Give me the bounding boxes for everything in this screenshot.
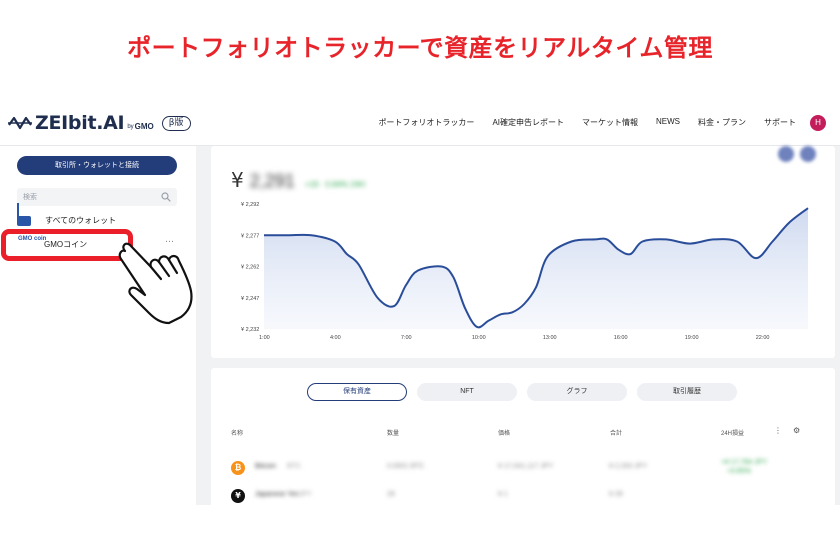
y-tick-label: ¥ 2,292 <box>241 202 259 208</box>
headline: ポートフォリオトラッカーで資産をリアルタイム管理 <box>127 34 713 62</box>
nav-news[interactable]: NEWS <box>656 117 680 128</box>
asset-quantity: 0.0001 BTC <box>387 463 425 470</box>
asset-ticker: JPY <box>299 491 312 498</box>
x-tick-label: 19:00 <box>685 335 699 341</box>
logo[interactable]: ZEIbit.AI by GMO β版 <box>8 112 191 134</box>
search-placeholder: 検索 <box>23 194 37 201</box>
col-total[interactable]: 合計 <box>610 428 622 437</box>
connect-exchange-button[interactable]: 取引所・ウォレットと接続 <box>17 156 177 175</box>
tab-transactions[interactable]: 取引履歴 <box>637 383 737 401</box>
asset-price: ¥ 17,041,117 JPY <box>498 463 554 470</box>
table-row[interactable]: ¥ Japanese Yen JPY 28 ¥ 1 ¥ 28 <box>231 487 821 505</box>
yen-icon: ¥ <box>231 489 245 503</box>
holdings-tabs: 保有資産 NFT グラフ 取引履歴 <box>307 383 737 401</box>
avatar[interactable]: H <box>810 115 826 131</box>
logo-text: ZEIbit.AI <box>35 112 125 134</box>
x-tick-label: 22:00 <box>756 335 770 341</box>
asset-total: ¥ 2,263 JPY <box>609 463 648 470</box>
column-menu-icon[interactable]: ⋮ <box>774 426 782 435</box>
y-tick-label: ¥ 2,262 <box>241 265 259 271</box>
tab-graph[interactable]: グラフ <box>527 383 627 401</box>
x-tick-label: 7:00 <box>401 335 412 341</box>
x-tick-label: 10:00 <box>472 335 486 341</box>
col-price[interactable]: 価格 <box>498 428 510 437</box>
x-tick-label: 1:00 <box>259 335 270 341</box>
asset-ticker: BTC <box>287 463 301 470</box>
filter-icon[interactable]: ⚙ <box>793 426 800 435</box>
nav-ai-tax-report[interactable]: AI確定申告レポート <box>492 117 564 128</box>
asset-quantity: 28 <box>387 491 395 498</box>
sidebar: 取引所・ウォレットと接続 検索 すべてのウォレット GMO coin GMOコイ… <box>0 146 196 505</box>
all-wallets-label: すべてのウォレット <box>45 216 117 225</box>
nav-pricing[interactable]: 料金・プラン <box>698 117 746 128</box>
wallet-icon <box>17 215 31 226</box>
highlight-box <box>1 229 133 261</box>
col-quantity[interactable]: 数量 <box>387 428 399 437</box>
x-tick-label: 13:00 <box>543 335 557 341</box>
top-nav: ZEIbit.AI by GMO β版 ポートフォリオトラッカー AI確定申告レ… <box>0 100 840 146</box>
asset-name: Japanese Yen <box>255 491 299 498</box>
nav-portfolio-tracker[interactable]: ポートフォリオトラッカー <box>378 117 474 128</box>
search-icon <box>161 192 171 202</box>
y-tick-label: ¥ 2,232 <box>241 327 259 333</box>
chart-card: ¥ 2,291 +19 · 0.84% 24H ¥ 2,292 ¥ 2,277 ¥ … <box>211 146 835 358</box>
price-chart[interactable]: ¥ 2,292 ¥ 2,277 ¥ 2,262 ¥ 2,247 ¥ 2,2321:00 4… <box>211 146 835 358</box>
zeibit-logo-icon <box>8 116 32 130</box>
app-window: ZEIbit.AI by GMO β版 ポートフォリオトラッカー AI確定申告レ… <box>0 100 840 505</box>
asset-total: ¥ 28 <box>609 491 623 498</box>
chart-area-fill <box>264 208 808 329</box>
table-row[interactable]: ₿ Bitcoin BTC 0.0001 BTC ¥ 17,041,117 JP… <box>231 459 821 477</box>
y-tick-label: ¥ 2,247 <box>241 296 259 302</box>
sidebar-item-all-wallets[interactable]: すべてのウォレット <box>17 215 116 226</box>
y-tick-label: ¥ 2,277 <box>241 233 259 239</box>
logo-by: by <box>127 124 134 130</box>
main-nav: ポートフォリオトラッカー AI確定申告レポート マーケット情報 NEWS 料金・… <box>378 117 796 128</box>
beta-badge: β版 <box>161 115 191 131</box>
col-24h-pnl[interactable]: 24H損益 <box>721 428 744 437</box>
tab-nft[interactable]: NFT <box>417 383 517 401</box>
asset-pnl: +¥ 17,784 JPY <box>721 459 768 466</box>
asset-name: Bitcoin <box>255 463 277 470</box>
x-tick-label: 16:00 <box>614 335 628 341</box>
asset-price: ¥ 1 <box>498 491 508 498</box>
asset-pnl-pct: +0.85% <box>727 468 751 475</box>
nav-support[interactable]: サポート <box>764 117 796 128</box>
holdings-card: 保有資産 NFT グラフ 取引履歴 名称 数量 価格 合計 24H損益 ⋮ ⚙ … <box>211 368 835 505</box>
nav-market-info[interactable]: マーケット情報 <box>582 117 638 128</box>
col-name[interactable]: 名称 <box>231 428 243 437</box>
tab-holdings[interactable]: 保有資産 <box>307 383 407 401</box>
logo-gmo: GMO <box>134 121 154 131</box>
search-input[interactable]: 検索 <box>17 188 177 206</box>
bitcoin-icon: ₿ <box>231 461 245 475</box>
x-tick-label: 4:00 <box>330 335 341 341</box>
pointing-hand-icon <box>118 242 193 325</box>
